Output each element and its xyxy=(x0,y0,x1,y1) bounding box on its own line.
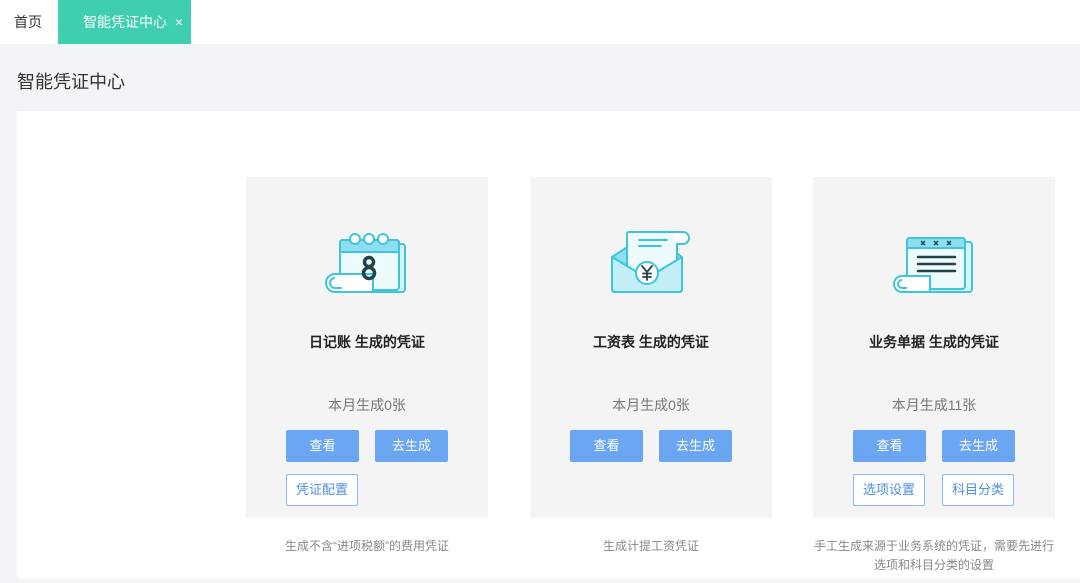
tab-home-label: 首页 xyxy=(14,14,42,30)
voucher-card-journal: 日记账 生成的凭证 本月生成0张 查看 去生成 凭证配置 xyxy=(246,177,488,518)
tab-home[interactable]: 首页 xyxy=(0,0,56,44)
salary-envelope-icon xyxy=(609,229,693,295)
card-description-line: 生成计提工资凭证 xyxy=(602,539,699,553)
tab-label: 智能凭证中心 xyxy=(83,14,167,30)
account-category-button[interactable]: 科目分类 xyxy=(942,474,1014,506)
calendar-icon xyxy=(325,229,409,295)
card-description-line: 选项和科目分类的设置 xyxy=(873,558,994,572)
page-title: 智能凭证中心 xyxy=(17,72,125,92)
card-title: 工资表 生成的凭证 xyxy=(593,334,709,350)
monthly-count: 本月生成11张 xyxy=(891,397,977,413)
options-settings-button[interactable]: 选项设置 xyxy=(853,474,925,506)
voucher-card-business-documents: 业务单据 生成的凭证 本月生成11张 查看 去生成 选项设置 科目分类 xyxy=(813,177,1055,518)
view-button[interactable]: 查看 xyxy=(286,430,359,462)
card-description: 手工生成来源于业务系统的凭证，需要先进行 选项和科目分类的设置 xyxy=(803,537,1065,575)
generate-button[interactable]: 去生成 xyxy=(659,430,732,462)
card-description-line: 手工生成来源于业务系统的凭证，需要先进行 xyxy=(813,539,1054,553)
view-button[interactable]: 查看 xyxy=(570,430,643,462)
card-title: 业务单据 生成的凭证 xyxy=(869,334,999,350)
generate-button[interactable]: 去生成 xyxy=(375,430,448,462)
tab-bar: 首页 智能凭证中心 × xyxy=(0,0,1080,44)
card-title: 日记账 生成的凭证 xyxy=(309,334,425,350)
monthly-count: 本月生成0张 xyxy=(328,397,406,413)
voucher-card-payroll: 工资表 生成的凭证 本月生成0张 查看 去生成 xyxy=(530,177,772,518)
generate-button[interactable]: 去生成 xyxy=(942,430,1015,462)
card-description: 生成计提工资凭证 xyxy=(520,537,782,556)
close-icon[interactable]: × xyxy=(175,0,183,44)
document-list-icon xyxy=(892,229,976,295)
card-description-line: 生成不含“进项税额”的费用凭证 xyxy=(285,539,449,553)
view-button[interactable]: 查看 xyxy=(853,430,926,462)
monthly-count: 本月生成0张 xyxy=(612,397,690,413)
card-description: 生成不含“进项税额”的费用凭证 xyxy=(236,537,498,556)
tab-smart-voucher-center[interactable]: 智能凭证中心 × xyxy=(58,0,191,44)
voucher-config-button[interactable]: 凭证配置 xyxy=(286,474,358,506)
